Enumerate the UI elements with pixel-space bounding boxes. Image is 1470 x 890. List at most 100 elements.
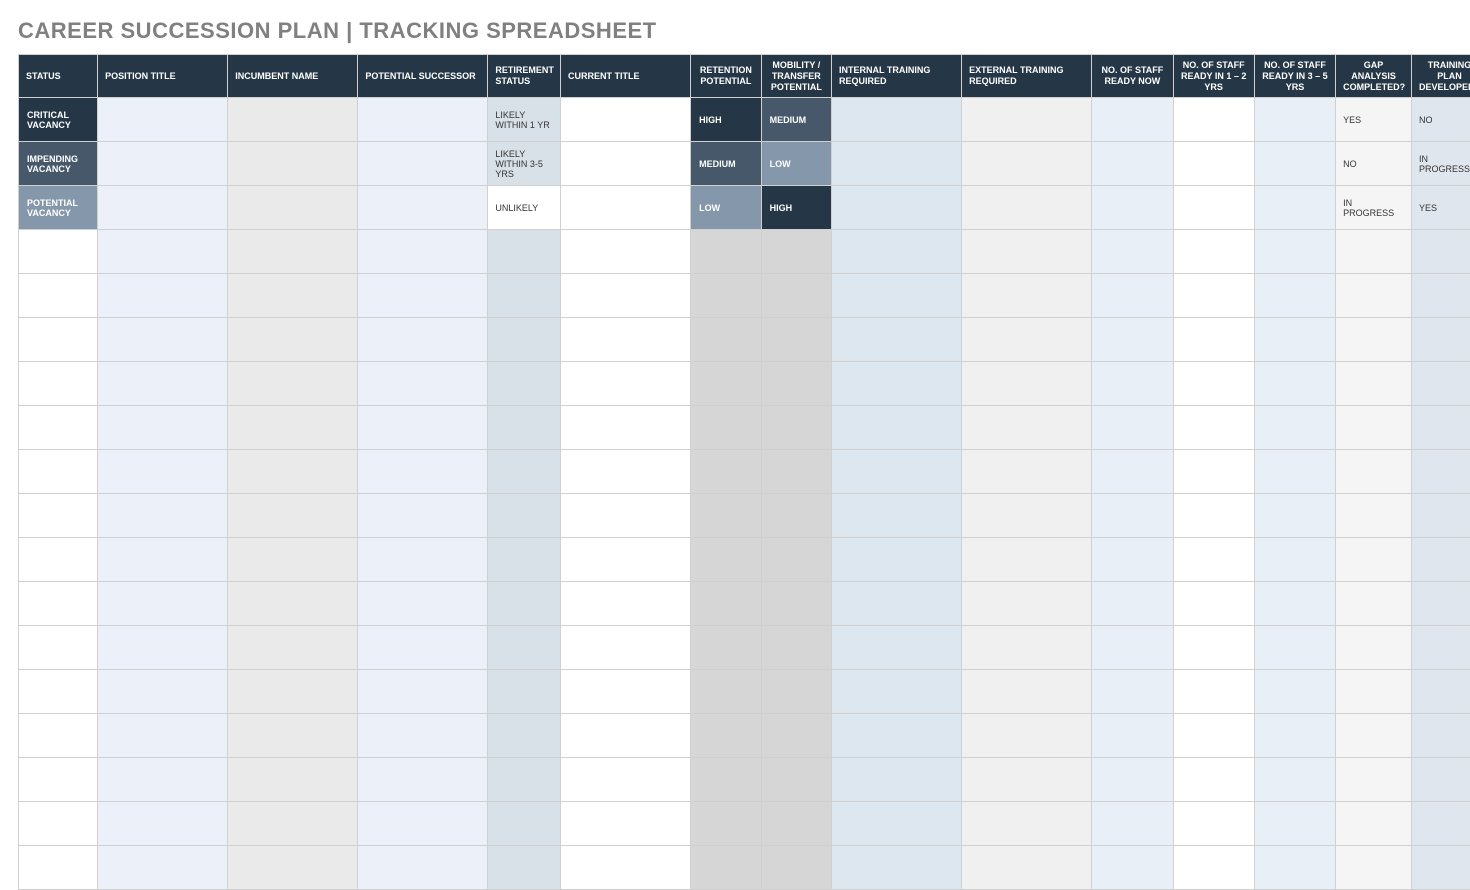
current-title-cell[interactable] bbox=[561, 714, 691, 758]
gap-cell[interactable] bbox=[1336, 274, 1412, 318]
ready-now-cell[interactable] bbox=[1092, 274, 1173, 318]
mobility-cell[interactable]: MEDIUM bbox=[761, 98, 831, 142]
mobility-cell[interactable] bbox=[761, 582, 831, 626]
internal-training-cell[interactable] bbox=[832, 582, 962, 626]
external-training-cell[interactable] bbox=[962, 406, 1092, 450]
ready-12-cell[interactable] bbox=[1173, 714, 1254, 758]
ready-12-cell[interactable] bbox=[1173, 274, 1254, 318]
train-cell[interactable] bbox=[1412, 538, 1470, 582]
retirement-cell[interactable] bbox=[488, 626, 561, 670]
status-cell[interactable] bbox=[19, 714, 98, 758]
status-cell[interactable] bbox=[19, 362, 98, 406]
internal-training-cell[interactable] bbox=[832, 626, 962, 670]
col-train[interactable]: TRAINING PLAN DEVELOPED? bbox=[1412, 55, 1470, 98]
status-cell[interactable]: POTENTIAL VACANCY bbox=[19, 186, 98, 230]
mobility-cell[interactable] bbox=[761, 450, 831, 494]
current-title-cell[interactable] bbox=[561, 98, 691, 142]
ready-12-cell[interactable] bbox=[1173, 230, 1254, 274]
status-cell[interactable] bbox=[19, 406, 98, 450]
status-cell[interactable] bbox=[19, 846, 98, 890]
successor-cell[interactable] bbox=[358, 626, 488, 670]
mobility-cell[interactable] bbox=[761, 626, 831, 670]
retention-cell[interactable] bbox=[691, 846, 761, 890]
retention-cell[interactable] bbox=[691, 406, 761, 450]
train-cell[interactable] bbox=[1412, 802, 1470, 846]
current-title-cell[interactable] bbox=[561, 626, 691, 670]
external-training-cell[interactable] bbox=[962, 450, 1092, 494]
status-cell[interactable] bbox=[19, 670, 98, 714]
retirement-cell[interactable] bbox=[488, 802, 561, 846]
status-cell[interactable]: IMPENDING VACANCY bbox=[19, 142, 98, 186]
retirement-cell[interactable] bbox=[488, 846, 561, 890]
train-cell[interactable]: IN PROGRESS bbox=[1412, 142, 1470, 186]
status-cell[interactable] bbox=[19, 450, 98, 494]
ready-now-cell[interactable] bbox=[1092, 626, 1173, 670]
retirement-cell[interactable] bbox=[488, 362, 561, 406]
ready-12-cell[interactable] bbox=[1173, 846, 1254, 890]
mobility-cell[interactable] bbox=[761, 802, 831, 846]
ready-35-cell[interactable] bbox=[1254, 142, 1335, 186]
successor-cell[interactable] bbox=[358, 538, 488, 582]
incumbent-cell[interactable] bbox=[228, 538, 358, 582]
ready-now-cell[interactable] bbox=[1092, 758, 1173, 802]
external-training-cell[interactable] bbox=[962, 230, 1092, 274]
internal-training-cell[interactable] bbox=[832, 670, 962, 714]
external-training-cell[interactable] bbox=[962, 758, 1092, 802]
gap-cell[interactable] bbox=[1336, 802, 1412, 846]
ready-35-cell[interactable] bbox=[1254, 274, 1335, 318]
retirement-cell[interactable] bbox=[488, 450, 561, 494]
col-external[interactable]: EXTERNAL TRAINING REQUIRED bbox=[962, 55, 1092, 98]
external-training-cell[interactable] bbox=[962, 142, 1092, 186]
position-cell[interactable] bbox=[98, 450, 228, 494]
retirement-cell[interactable] bbox=[488, 670, 561, 714]
external-training-cell[interactable] bbox=[962, 846, 1092, 890]
mobility-cell[interactable] bbox=[761, 274, 831, 318]
retention-cell[interactable] bbox=[691, 670, 761, 714]
ready-now-cell[interactable] bbox=[1092, 186, 1173, 230]
ready-35-cell[interactable] bbox=[1254, 670, 1335, 714]
external-training-cell[interactable] bbox=[962, 582, 1092, 626]
incumbent-cell[interactable] bbox=[228, 406, 358, 450]
ready-35-cell[interactable] bbox=[1254, 582, 1335, 626]
ready-12-cell[interactable] bbox=[1173, 318, 1254, 362]
internal-training-cell[interactable] bbox=[832, 758, 962, 802]
external-training-cell[interactable] bbox=[962, 186, 1092, 230]
external-training-cell[interactable] bbox=[962, 538, 1092, 582]
gap-cell[interactable] bbox=[1336, 494, 1412, 538]
successor-cell[interactable] bbox=[358, 142, 488, 186]
col-current[interactable]: CURRENT TITLE bbox=[561, 55, 691, 98]
col-internal[interactable]: INTERNAL TRAINING REQUIRED bbox=[832, 55, 962, 98]
incumbent-cell[interactable] bbox=[228, 802, 358, 846]
incumbent-cell[interactable] bbox=[228, 450, 358, 494]
col-ready-12[interactable]: NO. OF STAFF READY IN 1 – 2 YRS bbox=[1173, 55, 1254, 98]
col-successor[interactable]: POTENTIAL SUCCESSOR bbox=[358, 55, 488, 98]
mobility-cell[interactable] bbox=[761, 494, 831, 538]
internal-training-cell[interactable] bbox=[832, 186, 962, 230]
col-retire[interactable]: RETIREMENT STATUS bbox=[488, 55, 561, 98]
ready-12-cell[interactable] bbox=[1173, 362, 1254, 406]
gap-cell[interactable] bbox=[1336, 362, 1412, 406]
incumbent-cell[interactable] bbox=[228, 362, 358, 406]
incumbent-cell[interactable] bbox=[228, 186, 358, 230]
position-cell[interactable] bbox=[98, 98, 228, 142]
train-cell[interactable]: YES bbox=[1412, 186, 1470, 230]
successor-cell[interactable] bbox=[358, 186, 488, 230]
col-gap[interactable]: GAP ANALYSIS COMPLETED? bbox=[1336, 55, 1412, 98]
mobility-cell[interactable]: HIGH bbox=[761, 186, 831, 230]
train-cell[interactable] bbox=[1412, 626, 1470, 670]
current-title-cell[interactable] bbox=[561, 538, 691, 582]
current-title-cell[interactable] bbox=[561, 582, 691, 626]
incumbent-cell[interactable] bbox=[228, 318, 358, 362]
incumbent-cell[interactable] bbox=[228, 98, 358, 142]
ready-now-cell[interactable] bbox=[1092, 318, 1173, 362]
ready-now-cell[interactable] bbox=[1092, 362, 1173, 406]
external-training-cell[interactable] bbox=[962, 98, 1092, 142]
current-title-cell[interactable] bbox=[561, 450, 691, 494]
ready-12-cell[interactable] bbox=[1173, 450, 1254, 494]
ready-35-cell[interactable] bbox=[1254, 494, 1335, 538]
train-cell[interactable]: NO bbox=[1412, 98, 1470, 142]
train-cell[interactable] bbox=[1412, 714, 1470, 758]
internal-training-cell[interactable] bbox=[832, 538, 962, 582]
retirement-cell[interactable] bbox=[488, 582, 561, 626]
position-cell[interactable] bbox=[98, 274, 228, 318]
